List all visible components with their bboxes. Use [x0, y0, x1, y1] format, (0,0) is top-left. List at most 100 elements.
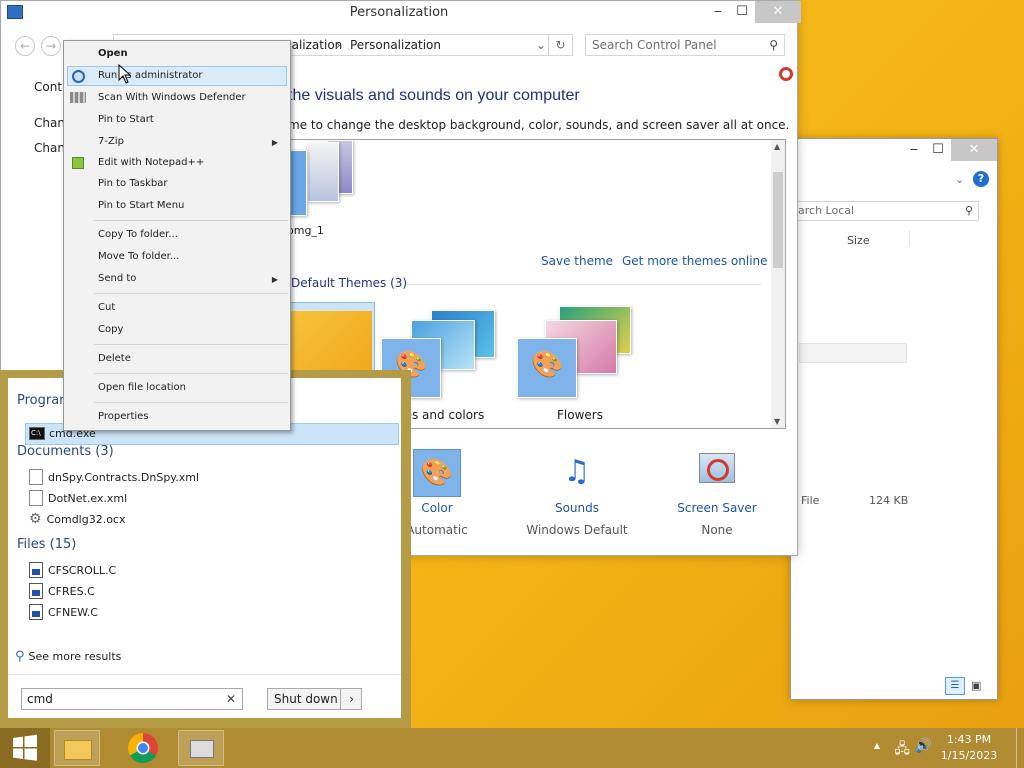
menu-item-7zip[interactable]: 7-Zip: [98, 136, 124, 147]
details-view-icon[interactable]: ☰: [945, 677, 965, 695]
shut-down-button[interactable]: Shut down ›: [267, 688, 362, 710]
start-search-input[interactable]: cmd ✕: [21, 688, 243, 710]
file-name[interactable]: CFNEW.C: [48, 606, 98, 619]
theme-flowers[interactable]: 🎨: [517, 306, 641, 402]
minimize-button[interactable]: ‒: [903, 139, 925, 161]
c-source-file-icon: [29, 583, 43, 599]
sounds-setting[interactable]: ♫ Sounds Windows Default: [517, 449, 637, 537]
menu-item-open[interactable]: Open: [98, 48, 128, 59]
shut-down-label[interactable]: Shut down: [274, 689, 338, 709]
my-theme-thumbnail[interactable]: [287, 140, 359, 216]
taskbar-chrome[interactable]: [120, 730, 166, 766]
start-button[interactable]: [0, 728, 50, 768]
maximize-button[interactable]: ☐: [927, 139, 949, 161]
show-hidden-icons-arrow[interactable]: ▲: [874, 741, 880, 750]
file-icon: [29, 469, 43, 485]
taskbar-control-panel[interactable]: [178, 730, 224, 766]
menu-item-copy-to-folder[interactable]: Copy To folder...: [98, 229, 178, 240]
menu-item-pin-to-taskbar[interactable]: Pin to Taskbar: [98, 178, 168, 189]
show-desktop-button[interactable]: [1016, 728, 1024, 768]
menu-item-pin-to-start-menu[interactable]: Pin to Start Menu: [98, 200, 184, 211]
forward-arrow-icon[interactable]: →: [41, 36, 61, 56]
back-arrow-icon[interactable]: ←: [15, 36, 35, 56]
scrollbar-thumb[interactable]: [773, 172, 783, 268]
help-lifebuoy-icon[interactable]: [779, 67, 793, 81]
menu-item-delete[interactable]: Delete: [98, 353, 131, 364]
files-group-title[interactable]: Files (15): [17, 537, 76, 552]
network-icon[interactable]: 🖧: [894, 738, 910, 762]
search-control-panel-input[interactable]: Search Control Panel ⚲: [585, 34, 785, 56]
explorer-search-input[interactable]: arch Local ⚲: [795, 201, 979, 221]
get-more-themes-link[interactable]: Get more themes online: [622, 254, 768, 268]
clock[interactable]: 1:43 PM 1/15/2023: [936, 733, 1002, 762]
chevron-down-icon[interactable]: ⌄: [536, 35, 546, 55]
refresh-icon[interactable]: ↻: [548, 35, 572, 55]
menu-item-scan-defender[interactable]: Scan With Windows Defender: [98, 92, 246, 103]
selected-row[interactable]: [799, 343, 907, 363]
breadcrumb-parent[interactable]: nalization: [284, 35, 342, 55]
list-item[interactable]: DotNet.ex.xml: [29, 490, 127, 506]
screen-saver-setting[interactable]: Screen Saver None: [657, 449, 777, 537]
menu-separator: [94, 220, 288, 221]
chevron-down-icon[interactable]: ⌄: [955, 173, 964, 186]
color-fan-icon: 🎨: [413, 449, 461, 497]
menu-item-cut[interactable]: Cut: [98, 302, 115, 313]
gear-icon: ⚙: [29, 511, 42, 527]
volume-icon[interactable]: 🔊: [915, 738, 932, 754]
search-placeholder: Search Control Panel: [592, 38, 717, 52]
list-item[interactable]: CFRES.C: [29, 583, 95, 599]
list-item[interactable]: CFNEW.C: [29, 604, 98, 620]
themes-scrollbar[interactable]: ▲ ▼: [771, 140, 785, 428]
save-theme-link[interactable]: Save theme: [541, 254, 613, 268]
screen-saver-value: None: [701, 523, 733, 537]
menu-item-copy[interactable]: Copy: [98, 324, 123, 335]
document-name[interactable]: dnSpy.Contracts.DnSpy.xml: [48, 471, 199, 484]
menu-item-run-as-admin[interactable]: Run as administrator: [98, 70, 203, 81]
list-item[interactable]: CFSCROLL.C: [29, 562, 116, 578]
scroll-up-arrow-icon[interactable]: ▲: [774, 142, 780, 151]
document-name[interactable]: DotNet.ex.xml: [48, 492, 127, 505]
shut-down-options-arrow-icon[interactable]: ›: [340, 689, 362, 709]
menu-separator: [94, 293, 288, 294]
sounds-label[interactable]: Sounds: [517, 501, 637, 515]
file-name[interactable]: CFRES.C: [48, 585, 95, 598]
page-heading: the visuals and sounds on your computer: [288, 87, 580, 104]
menu-separator: [94, 373, 288, 374]
screen-saver-label[interactable]: Screen Saver: [657, 501, 777, 515]
documents-group-title[interactable]: Documents (3): [17, 444, 114, 459]
breadcrumb-current[interactable]: Personalization: [350, 35, 441, 55]
menu-item-properties[interactable]: Properties: [98, 411, 149, 422]
menu-item-open-file-location[interactable]: Open file location: [98, 382, 186, 393]
menu-item-pin-to-start[interactable]: Pin to Start: [98, 114, 154, 125]
file-explorer-window: ‒ ☐ ✕ ⌄ ? arch Local ⚲ Size File 124 KB …: [790, 138, 998, 700]
list-item[interactable]: ⚙ Comdlg32.ocx: [29, 511, 126, 527]
theme-name-omg[interactable]: omg_1: [287, 224, 324, 237]
menu-item-send-to[interactable]: Send to: [98, 273, 136, 284]
column-header-size[interactable]: Size: [847, 234, 870, 247]
screen-saver-icon: [693, 449, 741, 497]
breadcrumb-separator: ›: [336, 38, 341, 52]
minimize-button[interactable]: ‒: [707, 1, 729, 23]
close-button[interactable]: ✕: [951, 139, 997, 161]
clear-icon[interactable]: ✕: [226, 689, 236, 709]
large-icons-view-icon[interactable]: ▣: [971, 679, 981, 692]
maximize-button[interactable]: ☐: [731, 1, 753, 23]
defender-icon: [70, 92, 86, 103]
scroll-down-arrow-icon[interactable]: ▼: [774, 417, 780, 426]
search-icon[interactable]: ⚲: [769, 35, 778, 55]
see-more-results-link[interactable]: ⚲ See more results: [15, 649, 121, 664]
menu-item-edit-notepadpp[interactable]: Edit with Notepad++: [98, 157, 204, 168]
file-name[interactable]: CFSCROLL.C: [48, 564, 116, 577]
row-type: File: [801, 494, 820, 507]
search-icon[interactable]: ⚲: [965, 202, 973, 220]
help-icon[interactable]: ?: [973, 171, 989, 187]
submenu-arrow-icon: ▶: [271, 275, 278, 284]
list-item[interactable]: dnSpy.Contracts.DnSpy.xml: [29, 469, 199, 485]
taskbar-file-explorer[interactable]: [54, 730, 100, 766]
search-query[interactable]: cmd: [27, 692, 53, 706]
theme-label-flowers[interactable]: Flowers: [557, 408, 603, 422]
document-name[interactable]: Comdlg32.ocx: [47, 513, 126, 526]
menu-item-move-to-folder[interactable]: Move To folder...: [98, 251, 179, 262]
see-more-label[interactable]: See more results: [29, 650, 122, 663]
close-button[interactable]: ✕: [755, 1, 801, 23]
